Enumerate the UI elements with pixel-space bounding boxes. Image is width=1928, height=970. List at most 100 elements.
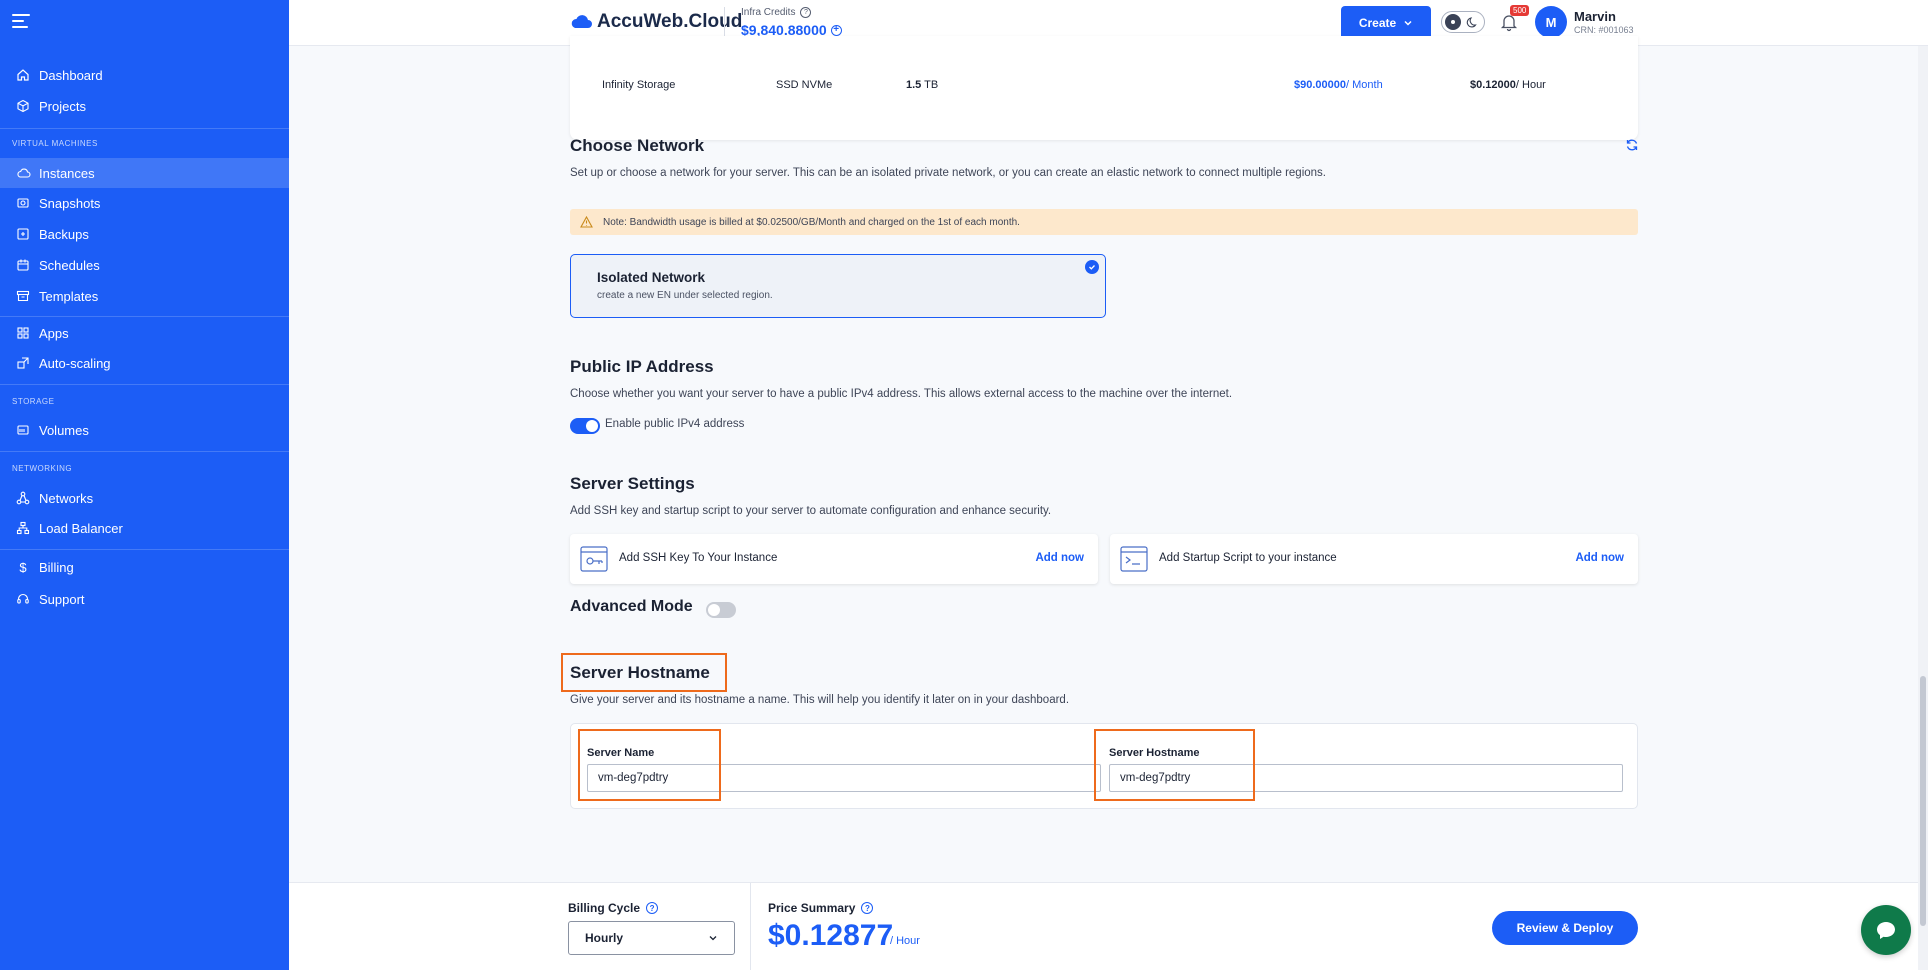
hourly-price-unit: / Hour — [1515, 79, 1546, 91]
main-content: Infinity Storage SSD NVMe 1.5 TB $90.000… — [289, 36, 1928, 970]
sidebar-item-label: Instances — [39, 165, 95, 181]
storage-size-unit: TB — [924, 79, 939, 91]
sidebar-item-billing[interactable]: $ Billing — [0, 552, 289, 582]
sidebar-item-projects[interactable]: Projects — [0, 91, 289, 121]
network-icon — [14, 489, 32, 507]
calendar-icon — [14, 256, 32, 274]
chevron-down-icon — [709, 936, 717, 941]
storage-size: 1.5 TB — [906, 79, 938, 91]
sidebar-item-snapshots[interactable]: Snapshots — [0, 188, 289, 218]
divider — [0, 549, 289, 550]
startup-script-card: Add Startup Script to your instance Add … — [1110, 534, 1638, 584]
highlight-box — [578, 729, 721, 801]
ssh-key-card: Add SSH Key To Your Instance Add now — [570, 534, 1098, 584]
load-balancer-icon — [14, 519, 32, 537]
chat-icon[interactable] — [1861, 905, 1911, 955]
section-label-vm: VIRTUAL MACHINES — [12, 139, 98, 148]
sidebar-item-label: Support — [39, 591, 85, 607]
monthly-price-value: $90.00000 — [1294, 79, 1346, 91]
add-startup-script-link[interactable]: Add now — [1575, 552, 1624, 564]
sidebar-item-label: Apps — [39, 325, 69, 341]
help-icon[interactable]: ? — [646, 902, 659, 914]
sidebar-item-dashboard[interactable]: Dashboard — [0, 60, 289, 90]
storage-type: SSD NVMe — [776, 79, 833, 91]
moon-icon — [1466, 17, 1477, 28]
section-label-storage: STORAGE — [12, 397, 55, 406]
brand-logo[interactable]: AccuWeb.Cloud — [571, 11, 742, 33]
check-icon — [1085, 260, 1099, 274]
sidebar-item-label: Billing — [39, 559, 74, 575]
scaling-icon — [14, 354, 32, 372]
sidebar-item-networks[interactable]: Networks — [0, 483, 289, 513]
sidebar-item-load-balancer[interactable]: Load Balancer — [0, 513, 289, 543]
cloud-icon — [14, 164, 32, 182]
hostname-section-title: Server Hostname — [570, 663, 710, 682]
warning-icon — [580, 216, 593, 228]
sidebar-item-label: Networks — [39, 490, 94, 506]
backup-icon — [14, 225, 32, 243]
user-crn: CRN: #001063 — [1574, 25, 1634, 35]
menu-icon[interactable] — [12, 14, 30, 28]
isolated-network-option[interactable]: Isolated Network create a new EN under s… — [570, 254, 1106, 318]
sidebar: Dashboard Projects VIRTUAL MACHINES Inst… — [0, 0, 289, 970]
sidebar-item-templates[interactable]: Templates — [0, 281, 289, 311]
storage-size-value: 1.5 — [906, 79, 922, 91]
ssh-key-icon — [580, 546, 608, 572]
sidebar-item-volumes[interactable]: Volumes — [0, 415, 289, 445]
help-icon[interactable]: ? — [800, 7, 812, 18]
sidebar-item-backups[interactable]: Backups — [0, 219, 289, 249]
credits-label-text: Infra Credits — [741, 7, 796, 18]
sidebar-item-auto-scaling[interactable]: Auto-scaling — [0, 348, 289, 378]
public-ipv4-toggle-label: Enable public IPv4 address — [605, 418, 745, 430]
bandwidth-notice: Note: Bandwidth usage is billed at $0.02… — [570, 209, 1638, 235]
notification-badge: 500 — [1510, 5, 1530, 16]
sidebar-item-instances[interactable]: Instances — [0, 158, 289, 188]
ssh-key-label: Add SSH Key To Your Instance — [619, 552, 778, 564]
advanced-mode-toggle[interactable] — [706, 602, 736, 618]
network-option-subtitle: create a new EN under selected region. — [597, 290, 773, 301]
add-credits-icon[interactable]: + — [830, 24, 842, 36]
add-ssh-key-link[interactable]: Add now — [1035, 552, 1084, 564]
create-button[interactable]: Create — [1341, 6, 1431, 40]
sidebar-item-support[interactable]: Support — [0, 584, 289, 614]
help-icon[interactable]: ? — [861, 902, 874, 914]
grid-icon — [14, 324, 32, 342]
sidebar-item-apps[interactable]: Apps — [0, 318, 289, 348]
sidebar-item-schedules[interactable]: Schedules — [0, 250, 289, 280]
monthly-price-unit: / Month — [1346, 79, 1383, 91]
highlight-box — [1094, 729, 1255, 801]
storage-name: Infinity Storage — [602, 79, 676, 91]
dollar-icon: $ — [19, 559, 27, 575]
billing-cycle-select[interactable]: Hourly — [568, 921, 735, 955]
divider — [0, 316, 289, 317]
storage-summary-card: Infinity Storage SSD NVMe 1.5 TB $90.000… — [570, 36, 1638, 140]
theme-toggle[interactable] — [1441, 11, 1485, 33]
sidebar-item-label: Load Balancer — [39, 520, 123, 536]
create-button-label: Create — [1358, 16, 1397, 30]
divider — [0, 451, 289, 452]
scrollbar-thumb[interactable] — [1920, 676, 1926, 926]
section-label-networking: NETWORKING — [12, 464, 73, 473]
network-section-description: Set up or choose a network for your serv… — [570, 167, 1326, 179]
review-deploy-button[interactable]: Review & Deploy — [1492, 911, 1638, 945]
sun-icon — [1445, 14, 1461, 30]
user-name[interactable]: Marvin — [1574, 9, 1616, 24]
archive-icon — [14, 287, 32, 305]
sidebar-item-label: Backups — [39, 226, 89, 242]
headset-icon — [14, 590, 32, 608]
price-summary-label-text: Price Summary — [768, 901, 856, 915]
refresh-icon[interactable] — [1625, 138, 1639, 152]
server-settings-section-description: Add SSH key and startup script to your s… — [570, 505, 1052, 517]
scrollbar[interactable] — [1918, 46, 1928, 970]
billing-cycle-value: Hourly — [585, 931, 624, 945]
divider — [0, 384, 289, 385]
terminal-icon — [1120, 546, 1148, 572]
volume-icon — [14, 421, 32, 439]
snapshot-icon — [14, 194, 32, 212]
hostname-section-description: Give your server and its hostname a name… — [570, 694, 1070, 706]
advanced-mode-label: Advanced Mode — [570, 598, 693, 615]
credits-label: Infra Credits ? — [741, 7, 812, 18]
public-ipv4-toggle[interactable] — [570, 418, 600, 434]
sidebar-item-label: Templates — [39, 288, 99, 304]
avatar[interactable]: M — [1535, 6, 1567, 38]
